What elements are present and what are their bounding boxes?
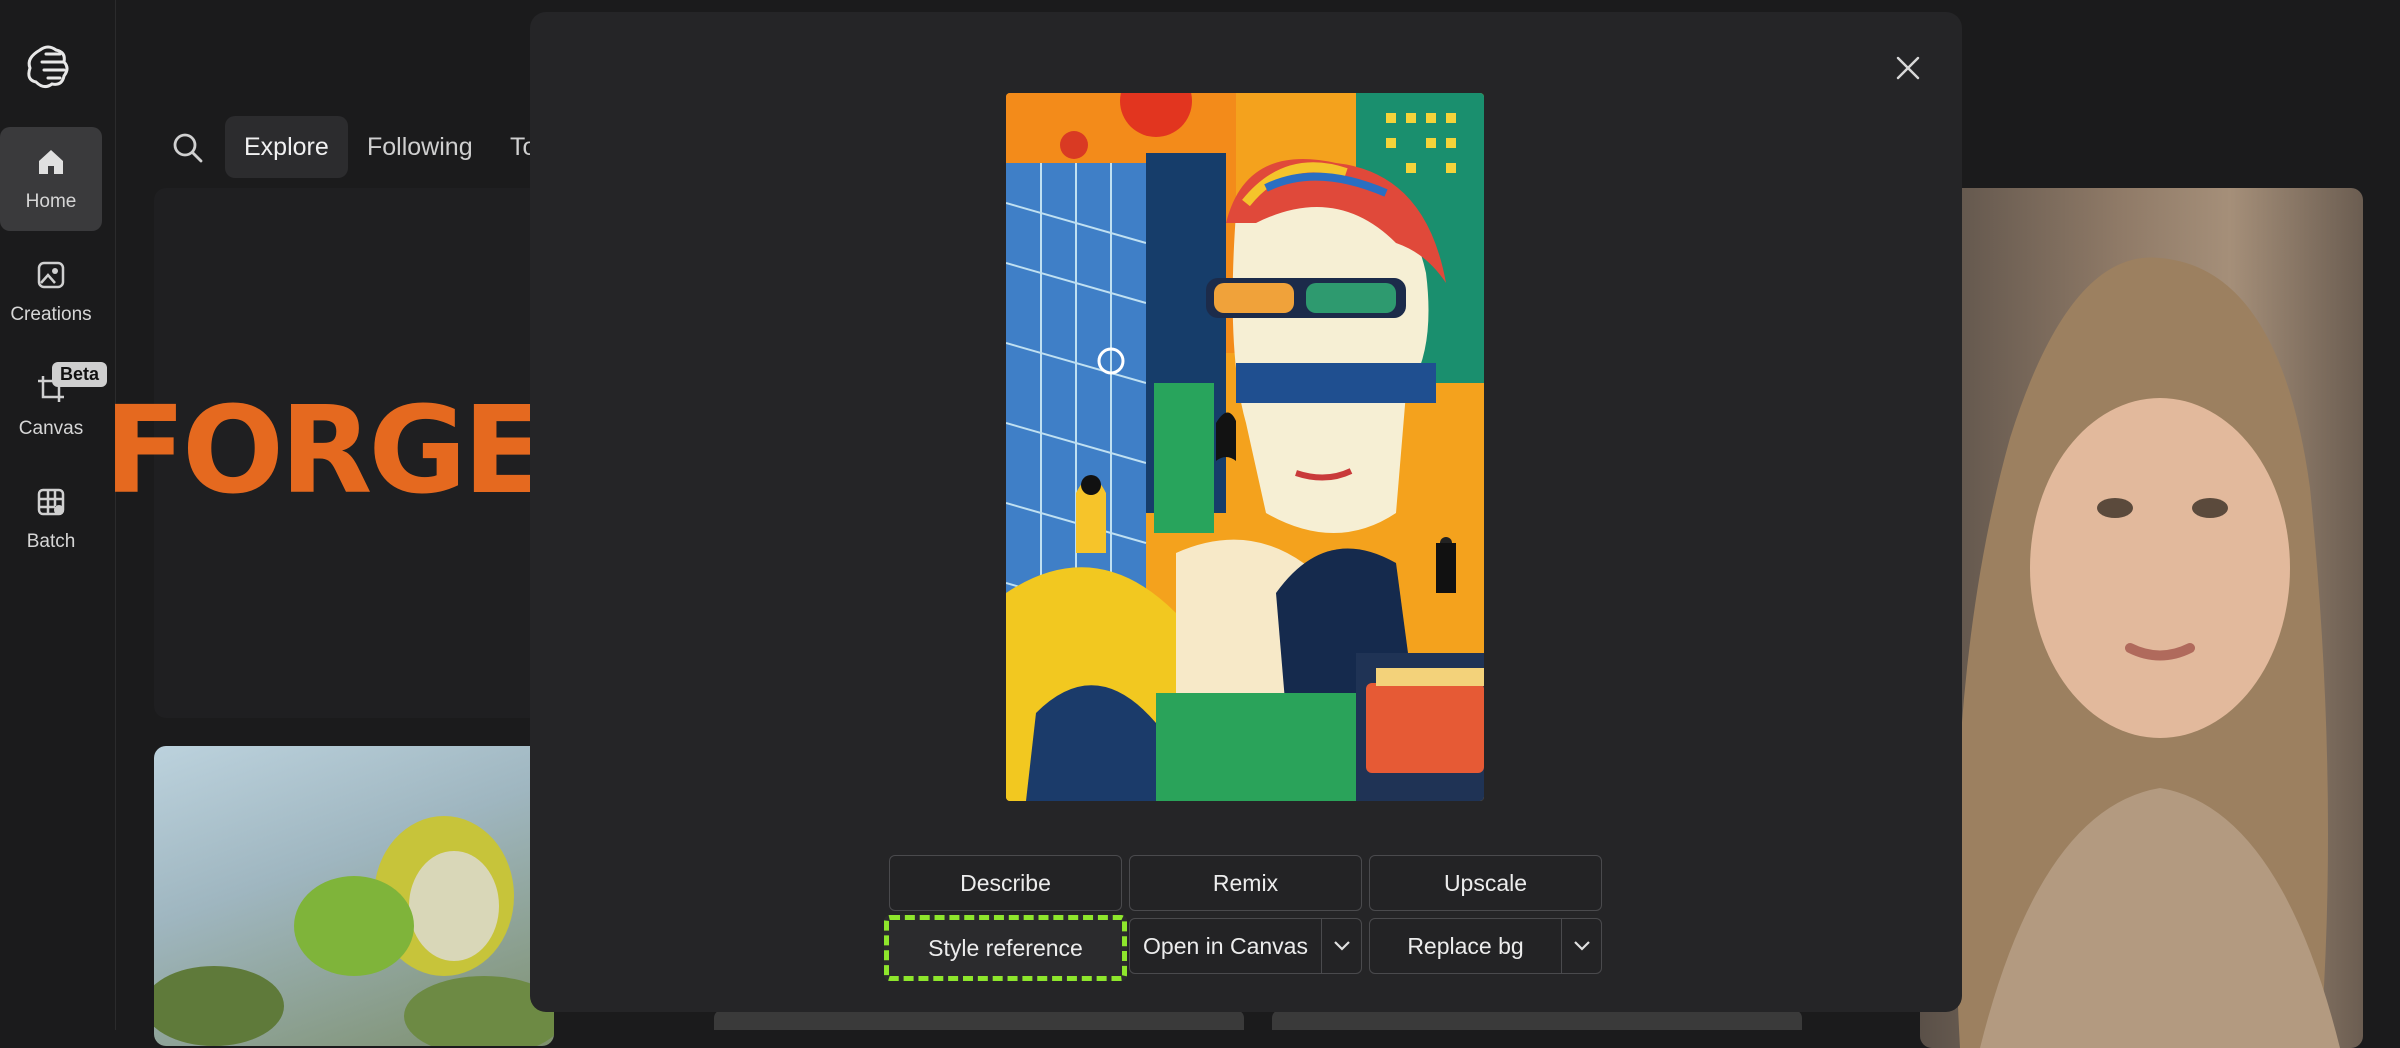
brain-logo-icon[interactable] — [24, 40, 76, 92]
sidebar-item-home[interactable]: Home — [0, 127, 102, 231]
sidebar-item-creations[interactable]: Creations — [0, 240, 102, 344]
sidebar: Home Creations Canvas Beta Batch — [0, 0, 116, 1030]
feed-thumb[interactable] — [1272, 1010, 1802, 1030]
sidebar-item-batch[interactable]: Batch — [0, 467, 102, 571]
feed-thumb[interactable] — [714, 1010, 1244, 1030]
chevron-down-icon[interactable] — [1561, 919, 1601, 973]
feed-card-portrait[interactable] — [1920, 188, 2363, 1048]
search-icon[interactable] — [170, 130, 206, 166]
open-in-canvas-button[interactable]: Open in Canvas — [1130, 919, 1321, 973]
tab-following[interactable]: Following — [348, 116, 492, 178]
beta-badge: Beta — [52, 362, 108, 387]
style-reference-button[interactable]: Style reference — [884, 915, 1127, 981]
sidebar-item-label: Batch — [26, 531, 76, 552]
image-detail-modal: Describe Remix Upscale Style reference O… — [530, 12, 1962, 1012]
replace-bg-button[interactable]: Replace bg — [1370, 919, 1561, 973]
tab-explore[interactable]: Explore — [225, 116, 348, 178]
forge-logo-text: FORGE — [104, 382, 545, 521]
replace-bg-split-button: Replace bg — [1369, 918, 1602, 974]
describe-button[interactable]: Describe — [889, 855, 1122, 911]
portrait-illustration — [1955, 257, 2340, 1048]
monkey-illustration — [154, 816, 554, 1046]
generated-artwork-image — [1006, 93, 1484, 801]
sidebar-item-label: Canvas — [18, 418, 84, 439]
home-icon — [34, 145, 68, 179]
sidebar-item-label: Home — [25, 191, 77, 212]
image-icon — [34, 258, 68, 292]
close-icon[interactable] — [1892, 52, 1924, 84]
feed-card-image[interactable] — [154, 746, 554, 1046]
sidebar-item-label: Creations — [10, 304, 92, 325]
batch-grid-icon — [34, 485, 68, 519]
open-in-canvas-split-button: Open in Canvas — [1129, 918, 1362, 974]
chevron-down-icon[interactable] — [1321, 919, 1361, 973]
upscale-button[interactable]: Upscale — [1369, 855, 1602, 911]
remix-button[interactable]: Remix — [1129, 855, 1362, 911]
